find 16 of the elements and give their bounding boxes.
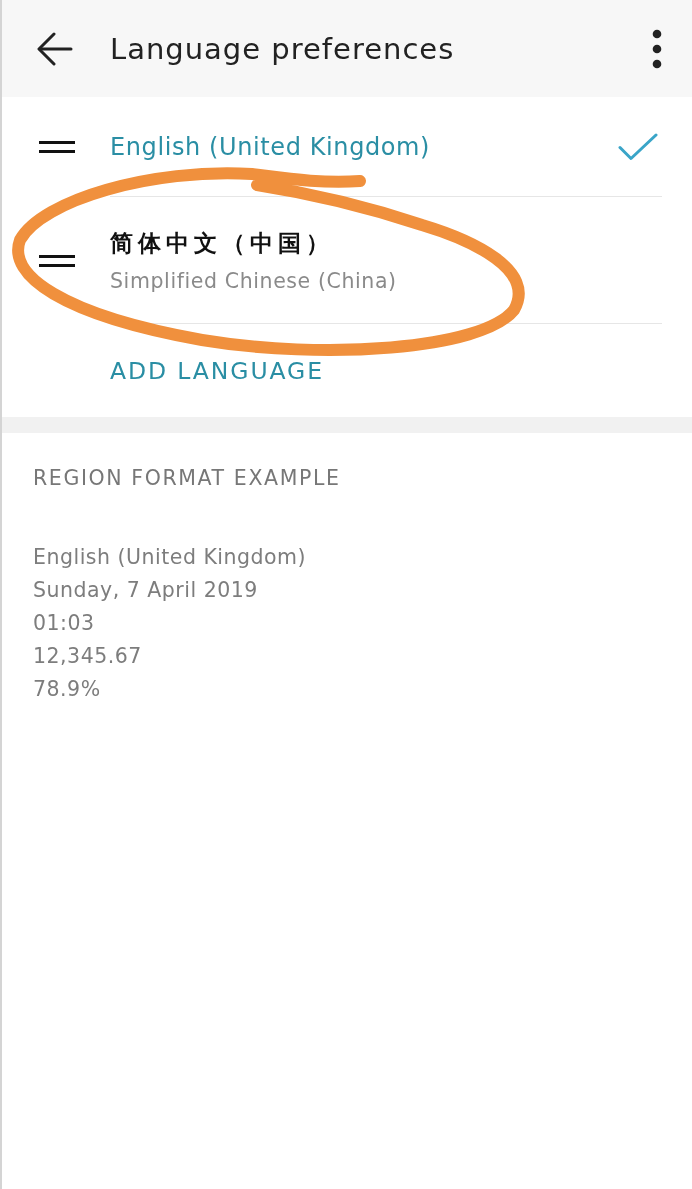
language-name: English (United Kingdom) (110, 132, 431, 161)
drag-handle-icon[interactable] (39, 141, 75, 153)
format-example: English (United Kingdom) (33, 544, 307, 571)
format-example: 78.9% (33, 676, 101, 703)
language-name: 简体中文（中国） (110, 228, 334, 258)
region-format-heading: REGION FORMAT EXAMPLE (33, 466, 341, 490)
more-button[interactable] (652, 28, 662, 69)
more-options-icon (652, 28, 662, 69)
format-example: 01:03 (33, 610, 95, 637)
back-button[interactable] (37, 31, 73, 66)
format-example: Sunday, 7 April 2019 (33, 577, 258, 604)
format-example: 12,345.67 (33, 643, 142, 670)
language-subtitle: Simplified Chinese (China) (110, 268, 397, 293)
add-language-button[interactable]: ADD LANGUAGE (110, 356, 324, 385)
page-title: Language preferences (110, 31, 456, 66)
drag-handle-icon[interactable] (39, 254, 75, 267)
